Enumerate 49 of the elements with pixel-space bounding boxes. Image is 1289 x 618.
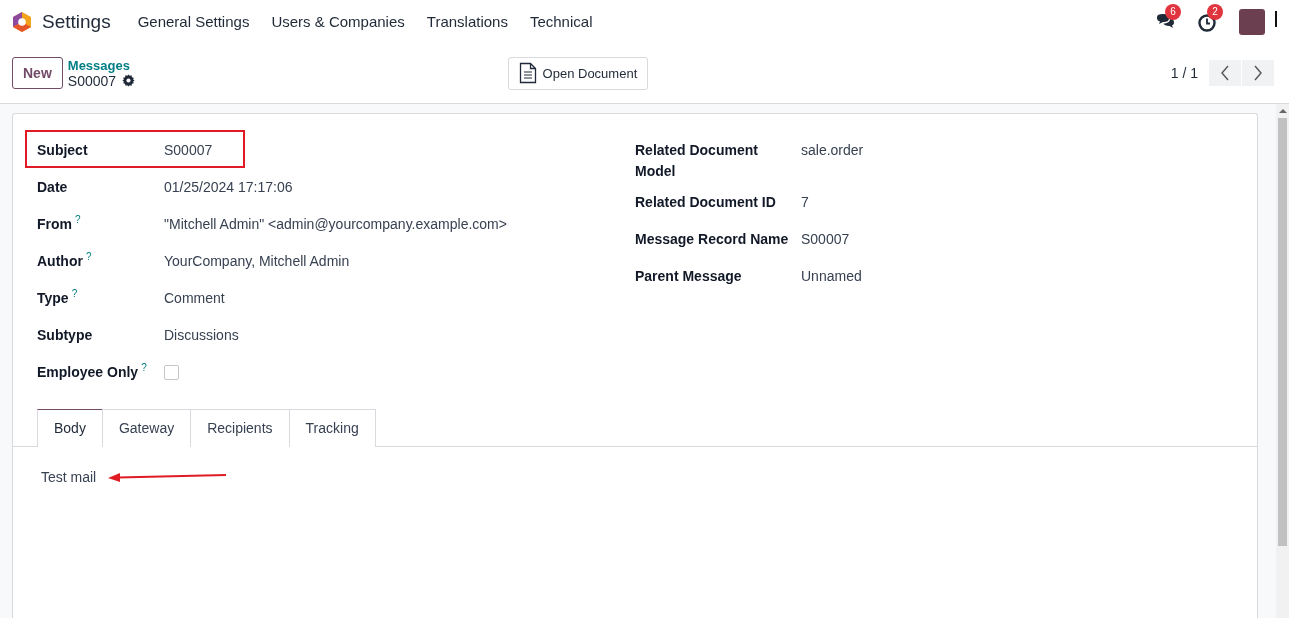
tab[interactable]: Body [37,409,103,447]
app-title[interactable]: Settings [42,10,111,33]
field-value: Comment [164,289,225,308]
field-label: Related Document Model [635,141,759,181]
tab[interactable]: Recipients [190,409,290,447]
chevron-right-icon [1253,65,1263,81]
body-text: Test mail [41,469,97,485]
new-button[interactable]: New [12,57,63,89]
pager-counter: 1 / 1 [1170,65,1198,81]
activity-count-badge: 2 [1207,3,1223,20]
field-value: "Mitchell Admin" <admin@yourcompany.example.com> [164,215,507,234]
menu-item[interactable]: Technical [518,13,604,30]
message-count-badge: 6 [1165,3,1181,20]
chevron-left-icon [1220,65,1230,81]
checkbox[interactable] [164,365,179,380]
menu-item[interactable]: Translations [415,13,519,30]
field-label: From $^{?}$ [37,213,82,234]
record-name: S00007 [67,72,117,89]
field-label: Type $^{?}$ [37,287,79,308]
field-label: Parent Message [635,267,743,286]
field-value: Unnamed [801,267,862,286]
field-label: Related Document ID [635,193,777,212]
scrollbar-thumb[interactable] [1278,118,1287,546]
user-avatar[interactable] [1239,8,1265,35]
scroll-up-icon[interactable] [1278,107,1287,115]
field-label: Subject [37,141,89,160]
document-icon [518,62,537,84]
field-label: Employee Only $^{?}$ [37,361,148,382]
menu-item[interactable]: General Settings [126,13,261,30]
next-button[interactable] [1242,60,1274,86]
field-label: Message Record Name [635,230,790,249]
field-label: Author $^{?}$ [37,250,93,271]
field-value: Discussions [164,326,239,345]
field-value: S00007 [164,141,213,160]
settings-icon[interactable] [122,74,136,87]
open-document-button[interactable]: Open Document [507,56,649,90]
field-label: Subtype [37,326,94,345]
field-label: Date [37,178,69,197]
field-value: 7 [801,193,809,212]
menu-item[interactable]: Users & Companies [260,13,416,30]
app-logo-icon[interactable] [12,10,32,33]
tab[interactable]: Gateway [101,409,192,447]
field-value: S00007 [801,230,850,249]
field-value: YourCompany, Mitchell Admin [164,252,350,271]
tab[interactable]: Tracking [288,409,376,447]
field-value: sale.order [801,141,864,160]
previous-button[interactable] [1209,60,1241,86]
breadcrumb-link[interactable]: Messages [67,57,136,73]
field-value: 01/25/2024 17:17:06 [164,178,293,197]
